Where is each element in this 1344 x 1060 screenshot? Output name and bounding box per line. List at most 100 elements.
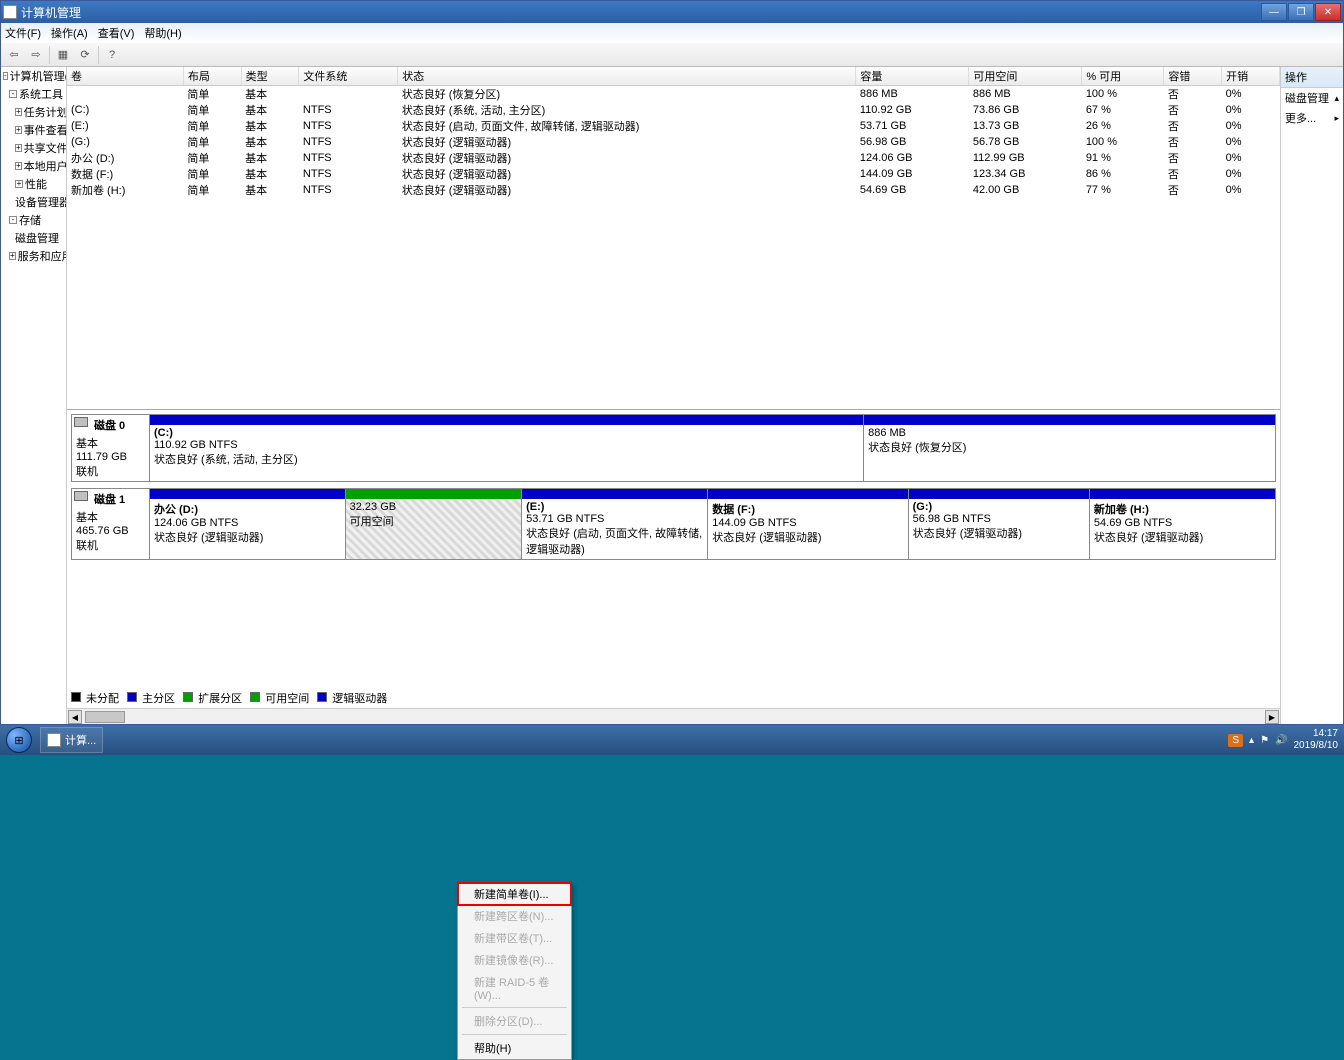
partition[interactable]: 办公 (D:)124.06 GB NTFS状态良好 (逻辑驱动器) bbox=[150, 489, 346, 559]
actions-header: 操作 bbox=[1281, 67, 1343, 88]
column-header[interactable]: 文件系统 bbox=[299, 67, 398, 86]
cell: 否 bbox=[1164, 182, 1222, 198]
tree-node[interactable]: +任务计划程 bbox=[1, 103, 66, 121]
legend-swatch bbox=[317, 692, 327, 702]
partition-size: 53.71 GB NTFS bbox=[526, 513, 604, 525]
legend-item: 扩展分区 bbox=[183, 690, 242, 706]
column-header[interactable]: 开销 bbox=[1222, 67, 1280, 86]
tree-node[interactable]: -系统工具 bbox=[1, 85, 66, 103]
scroll-right-icon[interactable]: ▶ bbox=[1265, 710, 1279, 724]
tree-toggle-icon[interactable]: + bbox=[15, 162, 22, 170]
menu-help[interactable]: 帮助(H) bbox=[144, 25, 181, 41]
tree-node[interactable]: +性能 bbox=[1, 175, 66, 193]
tree-toggle-icon[interactable]: - bbox=[9, 216, 17, 224]
volume-row[interactable]: (C:)简单基本NTFS状态良好 (系统, 活动, 主分区)110.92 GB7… bbox=[67, 102, 1280, 118]
system-tray[interactable]: S ▴ ⚑ 🔊 14:17 2019/8/10 bbox=[1222, 728, 1344, 752]
column-header[interactable]: 类型 bbox=[241, 67, 299, 86]
view-icon[interactable]: ▦ bbox=[54, 46, 72, 64]
disk-info[interactable]: 磁盘 0基本111.79 GB联机 bbox=[71, 414, 149, 482]
tree-node[interactable]: +服务和应用程 bbox=[1, 247, 66, 265]
scrollbar[interactable]: ◀ ▶ bbox=[67, 708, 1280, 724]
cell: 基本 bbox=[241, 86, 299, 103]
disk-info[interactable]: 磁盘 1基本465.76 GB联机 bbox=[71, 488, 149, 560]
titlebar[interactable]: 计算机管理 — ❐ ✕ bbox=[1, 1, 1343, 23]
cell: 13.73 GB bbox=[969, 118, 1082, 134]
scroll-thumb[interactable] bbox=[85, 711, 125, 723]
volume-icon[interactable]: 🔊 bbox=[1275, 735, 1287, 746]
menu-item[interactable]: 新建简单卷(I)... bbox=[458, 883, 571, 905]
cell: 110.92 GB bbox=[856, 102, 969, 118]
tree-node[interactable]: 设备管理器 bbox=[1, 193, 66, 211]
partition[interactable]: (G:)56.98 GB NTFS状态良好 (逻辑驱动器) bbox=[909, 489, 1090, 559]
tray-chevron-icon[interactable]: ▴ bbox=[1249, 735, 1254, 746]
cell: 0% bbox=[1222, 86, 1280, 103]
volume-row[interactable]: 简单基本状态良好 (恢复分区)886 MB886 MB100 %否0% bbox=[67, 86, 1280, 103]
menu-view[interactable]: 查看(V) bbox=[98, 25, 135, 41]
tree-node[interactable]: -存储 bbox=[1, 211, 66, 229]
tree-node[interactable]: +共享文件夹 bbox=[1, 139, 66, 157]
menu-file[interactable]: 文件(F) bbox=[5, 25, 41, 41]
menu-item[interactable]: 帮助(H) bbox=[458, 1037, 571, 1059]
partition[interactable]: 新加卷 (H:)54.69 GB NTFS状态良好 (逻辑驱动器) bbox=[1090, 489, 1275, 559]
tree-node[interactable]: +本地用户和 bbox=[1, 157, 66, 175]
nav-fwd-icon[interactable]: ⇨ bbox=[27, 46, 45, 64]
tree-node[interactable]: 磁盘管理 bbox=[1, 229, 66, 247]
start-button[interactable]: ⊞ bbox=[0, 725, 38, 755]
cell: 状态良好 (逻辑驱动器) bbox=[398, 182, 856, 198]
nav-tree[interactable]: -计算机管理(本-系统工具+任务计划程+事件查看器+共享文件夹+本地用户和+性能… bbox=[1, 67, 67, 724]
tree-toggle-icon[interactable]: - bbox=[9, 90, 17, 98]
tree-toggle-icon[interactable]: + bbox=[15, 108, 22, 116]
volume-list[interactable]: 卷布局类型文件系统状态容量可用空间% 可用容错开销简单基本状态良好 (恢复分区)… bbox=[67, 67, 1280, 409]
column-header[interactable]: 卷 bbox=[67, 67, 183, 86]
partition-title: 办公 (D:) bbox=[154, 504, 198, 516]
flag-icon[interactable]: ⚑ bbox=[1260, 735, 1269, 746]
disk-icon bbox=[74, 491, 88, 501]
menu-action[interactable]: 操作(A) bbox=[51, 25, 88, 41]
cell: 0% bbox=[1222, 102, 1280, 118]
column-header[interactable]: 可用空间 bbox=[969, 67, 1082, 86]
partition[interactable]: 886 MB状态良好 (恢复分区) bbox=[864, 415, 1275, 481]
nav-back-icon[interactable]: ⇦ bbox=[5, 46, 23, 64]
partition[interactable]: 数据 (F:)144.09 GB NTFS状态良好 (逻辑驱动器) bbox=[708, 489, 908, 559]
column-header[interactable]: % 可用 bbox=[1082, 67, 1164, 86]
maximize-button[interactable]: ❐ bbox=[1288, 3, 1314, 21]
tree-label: 存储 bbox=[19, 212, 41, 228]
actions-more[interactable]: 更多...▸ bbox=[1281, 108, 1343, 128]
minimize-button[interactable]: — bbox=[1261, 3, 1287, 21]
tree-toggle-icon[interactable]: + bbox=[15, 126, 22, 134]
disk-graphical-view[interactable]: 磁盘 0基本111.79 GB联机(C:)110.92 GB NTFS状态良好 … bbox=[67, 409, 1280, 708]
volume-row[interactable]: 新加卷 (H:)简单基本NTFS状态良好 (逻辑驱动器)54.69 GB42.0… bbox=[67, 182, 1280, 198]
partition[interactable]: (C:)110.92 GB NTFS状态良好 (系统, 活动, 主分区) bbox=[150, 415, 864, 481]
column-header[interactable]: 容量 bbox=[856, 67, 969, 86]
volume-row[interactable]: (E:)简单基本NTFS状态良好 (启动, 页面文件, 故障转储, 逻辑驱动器)… bbox=[67, 118, 1280, 134]
menu-separator bbox=[462, 1034, 567, 1035]
cell: 73.86 GB bbox=[969, 102, 1082, 118]
scroll-left-icon[interactable]: ◀ bbox=[68, 710, 82, 724]
partition-title: (E:) bbox=[526, 501, 544, 513]
cell: 数据 (F:) bbox=[67, 166, 183, 182]
volume-row[interactable]: 办公 (D:)简单基本NTFS状态良好 (逻辑驱动器)124.06 GB112.… bbox=[67, 150, 1280, 166]
ime-icon[interactable]: S bbox=[1228, 734, 1243, 747]
close-button[interactable]: ✕ bbox=[1315, 3, 1341, 21]
refresh-icon[interactable]: ⟳ bbox=[76, 46, 94, 64]
tree-toggle-icon[interactable]: - bbox=[3, 72, 8, 80]
column-header[interactable]: 状态 bbox=[398, 67, 856, 86]
column-header[interactable]: 布局 bbox=[183, 67, 241, 86]
taskbar[interactable]: ⊞ 计算... S ▴ ⚑ 🔊 14:17 2019/8/10 bbox=[0, 725, 1344, 755]
cell: 办公 (D:) bbox=[67, 150, 183, 166]
partition[interactable]: (E:)53.71 GB NTFS状态良好 (启动, 页面文件, 故障转储, 逻… bbox=[522, 489, 708, 559]
taskbar-item[interactable]: 计算... bbox=[40, 727, 103, 753]
tree-node[interactable]: +事件查看器 bbox=[1, 121, 66, 139]
help-icon[interactable]: ? bbox=[103, 46, 121, 64]
cell: 基本 bbox=[241, 102, 299, 118]
tree-toggle-icon[interactable]: + bbox=[15, 144, 22, 152]
tree-node[interactable]: -计算机管理(本 bbox=[1, 67, 66, 85]
column-header[interactable]: 容错 bbox=[1164, 67, 1222, 86]
partition[interactable]: 32.23 GB可用空间 bbox=[346, 489, 523, 559]
volume-row[interactable]: (G:)简单基本NTFS状态良好 (逻辑驱动器)56.98 GB56.78 GB… bbox=[67, 134, 1280, 150]
tree-toggle-icon[interactable]: + bbox=[9, 252, 16, 260]
volume-row[interactable]: 数据 (F:)简单基本NTFS状态良好 (逻辑驱动器)144.09 GB123.… bbox=[67, 166, 1280, 182]
actions-group[interactable]: 磁盘管理▴ bbox=[1281, 88, 1343, 108]
clock[interactable]: 14:17 2019/8/10 bbox=[1294, 728, 1339, 752]
tree-toggle-icon[interactable]: + bbox=[15, 180, 23, 188]
